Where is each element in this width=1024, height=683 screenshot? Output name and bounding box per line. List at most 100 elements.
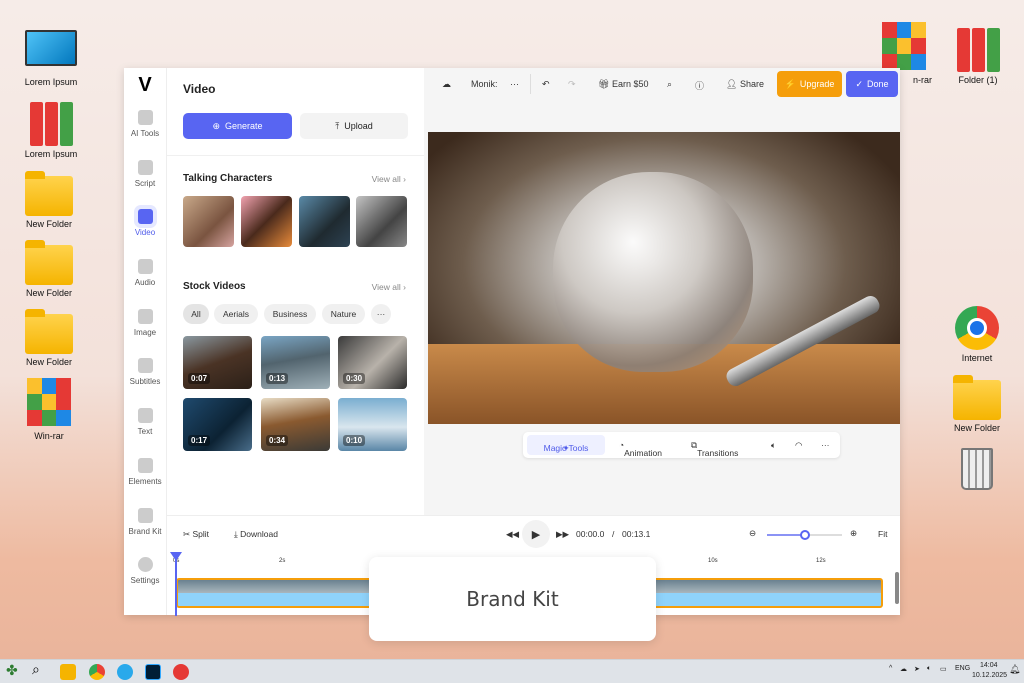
current-time: 00:00.0	[576, 529, 605, 539]
playhead[interactable]	[170, 552, 182, 616]
filter-more-button[interactable]: ···	[371, 304, 391, 324]
file-explorer-icon[interactable]	[60, 664, 76, 680]
done-button[interactable]: ✓ Done	[846, 71, 898, 97]
sparkle-icon	[137, 110, 153, 125]
photoshop-icon[interactable]	[145, 664, 161, 680]
rail-elements[interactable]: Elements	[124, 450, 166, 500]
filter-chip-business[interactable]: Business	[264, 304, 316, 324]
stock-video-thumb[interactable]: 0:10	[338, 398, 407, 451]
project-more-button[interactable]: ···	[510, 79, 519, 89]
clock-date[interactable]: 10.12.2025	[972, 672, 1007, 679]
telegram-icon[interactable]	[117, 664, 133, 680]
download-button[interactable]: ⤓ Download	[234, 529, 278, 540]
rail-ai-tools[interactable]: AI Tools	[124, 102, 166, 152]
upload-button[interactable]: ⤒ Upload	[300, 113, 408, 139]
language-indicator[interactable]: ENG	[955, 665, 970, 672]
upload-icon: ⤒	[335, 120, 340, 131]
magic-tools-button[interactable]: ✦ Magic Tools	[527, 435, 605, 455]
stock-videos-heading: Stock Videos	[183, 281, 246, 292]
rail-brand-kit[interactable]: Brand Kit	[124, 500, 166, 550]
desktop-icon-internet[interactable]: Internet	[945, 306, 1009, 363]
share-button[interactable]: 👤︎ Share	[726, 79, 764, 90]
volume-tray-icon[interactable]: 🔈︎	[927, 665, 931, 673]
video-preview[interactable]	[428, 132, 900, 424]
tray-chevron-icon[interactable]: ^	[889, 665, 892, 672]
stock-video-thumb[interactable]: 0:07	[183, 336, 252, 389]
stock-video-thumb[interactable]: 0:34	[261, 398, 330, 451]
talking-view-all-link[interactable]: View all ›	[372, 174, 406, 184]
app-logo: V	[138, 74, 152, 96]
desktop-icon-lorem-ipsum-2[interactable]: Lorem Ipsum	[19, 102, 83, 159]
character-thumb[interactable]	[299, 196, 350, 247]
search-icon[interactable]: ⌕	[32, 661, 48, 677]
recycle-bin[interactable]	[945, 448, 1009, 495]
rail-image[interactable]: Image	[124, 301, 166, 351]
rail-script[interactable]: Script	[124, 152, 166, 202]
desktop-icon-new-folder[interactable]: New Folder	[17, 240, 81, 298]
rewind-button[interactable]: ◀◀	[506, 529, 519, 540]
undo-icon[interactable]: ↶	[542, 79, 550, 90]
telegram-tray-icon[interactable]: ➤	[914, 665, 920, 673]
forward-button[interactable]: ▶▶	[556, 529, 569, 540]
character-thumb[interactable]	[241, 196, 292, 247]
rail-audio[interactable]: Audio	[124, 251, 166, 301]
redo-icon[interactable]: ↷	[568, 79, 576, 90]
desktop-icon-folder-1[interactable]: Folder (1)	[946, 28, 1010, 85]
zoom-out-icon[interactable]: ⊖	[749, 528, 756, 539]
speed-icon[interactable]: ◠	[795, 440, 802, 451]
stock-video-thumb[interactable]: 0:17	[183, 398, 252, 451]
folder-icon	[25, 171, 73, 216]
trash-icon	[961, 448, 993, 490]
upgrade-button[interactable]: ⚡ Upgrade	[777, 71, 842, 97]
generate-button[interactable]: ⊕ Generate	[183, 113, 292, 139]
earn-button[interactable]: 🎁︎ Earn $50	[598, 79, 648, 90]
desktop-icon-new-folder-right[interactable]: New Folder	[945, 375, 1009, 433]
rail-text[interactable]: Text	[124, 400, 166, 450]
more-tools-button[interactable]: ···	[821, 440, 830, 450]
stock-video-thumb[interactable]: 0:13	[261, 336, 330, 389]
chrome-taskbar-icon[interactable]	[89, 664, 105, 680]
character-thumb[interactable]	[356, 196, 407, 247]
play-button[interactable]: ▶	[522, 520, 550, 548]
transitions-button[interactable]: ⧉ Transitions	[691, 440, 738, 458]
stock-video-thumb[interactable]: 0:30	[338, 336, 407, 389]
project-name[interactable]: Monik:	[471, 79, 498, 89]
folder-icon	[953, 375, 1001, 420]
animation-button[interactable]: ◔ Animation	[619, 440, 662, 458]
zoom-slider[interactable]	[767, 530, 842, 540]
desktop-icon-winrar[interactable]: Win-rar	[17, 378, 81, 441]
timeline-scrollbar[interactable]	[895, 572, 899, 604]
stock-view-all-link[interactable]: View all ›	[372, 282, 406, 292]
app-icon[interactable]	[173, 664, 189, 680]
rail-video[interactable]: Video	[124, 201, 166, 251]
network-icon[interactable]: ☁	[900, 665, 907, 673]
filter-chip-all[interactable]: All	[183, 304, 209, 324]
generate-icon: ⊕	[212, 120, 220, 131]
notification-bell-icon[interactable]: 🔔︎	[1009, 664, 1020, 675]
desktop-icon-new-folder[interactable]: New Folder	[17, 171, 81, 229]
filter-chip-nature[interactable]: Nature	[322, 304, 365, 324]
desktop-icon-new-folder[interactable]: New Folder	[17, 309, 81, 367]
character-thumb[interactable]	[183, 196, 234, 247]
split-button[interactable]: ✂ Split	[183, 529, 209, 540]
clip-toolbar: ✦ Magic Tools ◔ Animation ⧉ Transitions 🔈…	[523, 432, 840, 458]
display-tray-icon[interactable]: ▭	[940, 665, 947, 673]
help-icon[interactable]: ⓘ	[695, 79, 704, 92]
desktop-icon-lorem-ipsum[interactable]: Lorem Ipsum	[19, 30, 83, 87]
video-panel: Video ⊕ Generate ⤒ Upload Talking Characte…	[167, 68, 424, 515]
tick-10s: 10s	[708, 558, 718, 564]
clock-time[interactable]: 14:04	[980, 662, 998, 669]
tool-rail: V AI Tools Script Video Audio Image Subt…	[124, 68, 167, 615]
volume-icon[interactable]: 🔈︎	[771, 440, 776, 451]
rail-subtitles[interactable]: Subtitles	[124, 350, 166, 400]
add-user-icon: 👤︎	[726, 79, 740, 89]
start-icon[interactable]: ✤	[6, 662, 22, 678]
winrar-icon	[27, 378, 71, 426]
brand-kit-icon	[137, 507, 153, 523]
search-icon[interactable]: ⌕	[667, 79, 672, 90]
filter-chip-aerials[interactable]: Aerials	[214, 304, 258, 324]
settings-icon	[137, 557, 153, 573]
rail-settings[interactable]: Settings	[124, 549, 166, 599]
zoom-in-icon[interactable]: ⊕	[850, 528, 857, 539]
fit-button[interactable]: Fit	[878, 529, 887, 539]
